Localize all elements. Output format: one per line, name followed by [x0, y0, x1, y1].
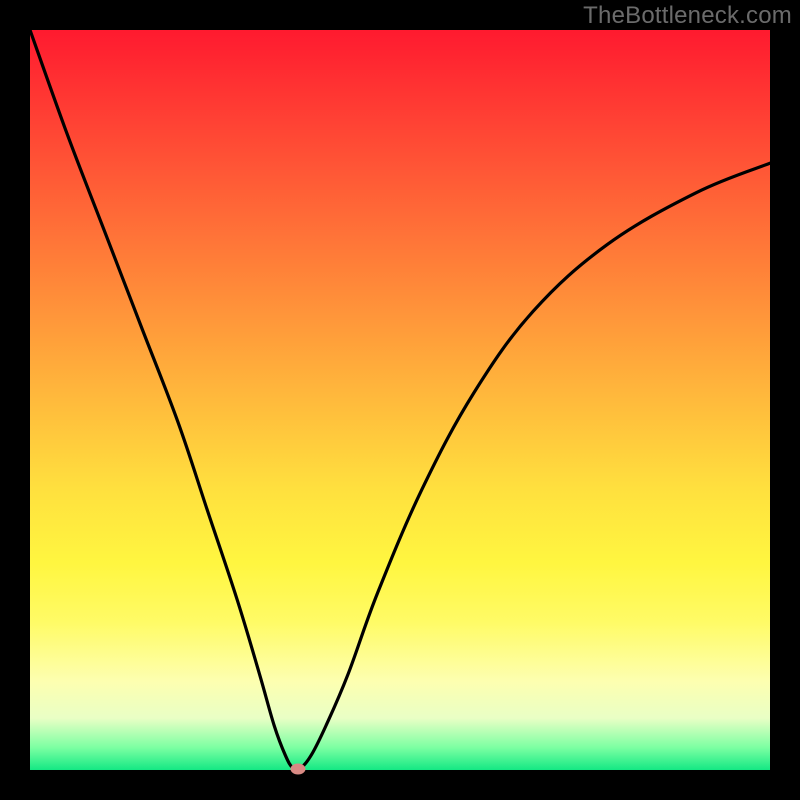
optimum-marker: [290, 763, 305, 774]
chart-frame: TheBottleneck.com: [0, 0, 800, 800]
plot-area: [30, 30, 770, 770]
curve-svg: [30, 30, 770, 770]
watermark-text: TheBottleneck.com: [583, 2, 792, 30]
bottleneck-curve: [30, 30, 770, 770]
